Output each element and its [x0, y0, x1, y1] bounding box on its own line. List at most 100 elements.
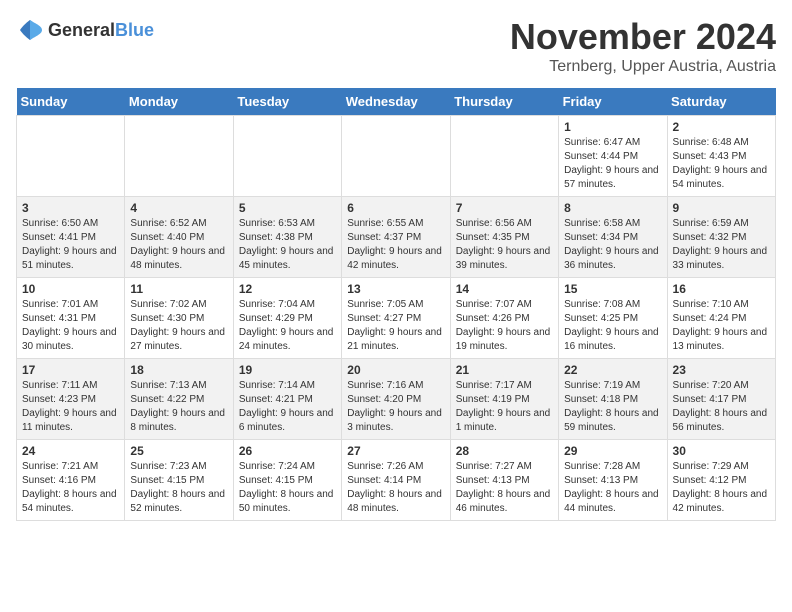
location-subtitle: Ternberg, Upper Austria, Austria	[510, 58, 776, 76]
day-info: Sunrise: 7:11 AM Sunset: 4:23 PM Dayligh…	[22, 379, 119, 435]
calendar-cell: 24 Sunrise: 7:21 AM Sunset: 4:16 PM Dayli…	[17, 440, 125, 521]
day-number: 30	[673, 444, 770, 458]
calendar-cell: 5 Sunrise: 6:53 AM Sunset: 4:38 PM Daylig…	[233, 197, 341, 278]
day-number: 6	[347, 201, 444, 215]
logo-text-general: General	[48, 20, 115, 40]
calendar-cell: 16 Sunrise: 7:10 AM Sunset: 4:24 PM Dayli…	[667, 278, 775, 359]
calendar-cell: 18 Sunrise: 7:13 AM Sunset: 4:22 PM Dayli…	[125, 359, 233, 440]
day-info: Sunrise: 7:29 AM Sunset: 4:12 PM Dayligh…	[673, 460, 770, 516]
calendar-cell: 4 Sunrise: 6:52 AM Sunset: 4:40 PM Daylig…	[125, 197, 233, 278]
day-number: 29	[564, 444, 661, 458]
day-number: 4	[130, 201, 227, 215]
calendar-cell: 23Sunrise: 7:20 AM Sunset: 4:17 PM Dayli…	[667, 359, 775, 440]
day-number: 14	[456, 282, 553, 296]
day-info: Sunrise: 7:01 AM Sunset: 4:31 PM Dayligh…	[22, 298, 119, 354]
day-number: 2	[673, 120, 770, 134]
logo-icon	[16, 16, 44, 44]
logo: GeneralBlue	[16, 16, 154, 44]
day-info: Sunrise: 7:21 AM Sunset: 4:16 PM Dayligh…	[22, 460, 119, 516]
calendar-week-4: 17Sunrise: 7:11 AM Sunset: 4:23 PM Dayli…	[17, 359, 776, 440]
day-info: Sunrise: 7:02 AM Sunset: 4:30 PM Dayligh…	[130, 298, 227, 354]
day-info: Sunrise: 7:04 AM Sunset: 4:29 PM Dayligh…	[239, 298, 336, 354]
header: GeneralBlue November 2024 Ternberg, Uppe…	[16, 16, 776, 76]
day-number: 5	[239, 201, 336, 215]
header-row: SundayMondayTuesdayWednesdayThursdayFrid…	[17, 88, 776, 116]
day-info: Sunrise: 7:13 AM Sunset: 4:22 PM Dayligh…	[130, 379, 227, 435]
calendar-cell: 2 Sunrise: 6:48 AM Sunset: 4:43 PM Daylig…	[667, 116, 775, 197]
day-number: 18	[130, 363, 227, 377]
day-info: Sunrise: 6:55 AM Sunset: 4:37 PM Dayligh…	[347, 217, 444, 273]
calendar-cell	[17, 116, 125, 197]
day-number: 12	[239, 282, 336, 296]
day-number: 16	[673, 282, 770, 296]
month-title: November 2024	[510, 16, 776, 58]
day-info: Sunrise: 7:07 AM Sunset: 4:26 PM Dayligh…	[456, 298, 553, 354]
day-info: Sunrise: 6:52 AM Sunset: 4:40 PM Dayligh…	[130, 217, 227, 273]
day-number: 8	[564, 201, 661, 215]
day-number: 3	[22, 201, 119, 215]
day-number: 26	[239, 444, 336, 458]
calendar-week-5: 24 Sunrise: 7:21 AM Sunset: 4:16 PM Dayli…	[17, 440, 776, 521]
header-cell-saturday: Saturday	[667, 88, 775, 116]
calendar-cell: 3 Sunrise: 6:50 AM Sunset: 4:41 PM Daylig…	[17, 197, 125, 278]
calendar-cell: 20 Sunrise: 7:16 AM Sunset: 4:20 PM Dayli…	[342, 359, 450, 440]
title-area: November 2024 Ternberg, Upper Austria, A…	[510, 16, 776, 76]
day-number: 22	[564, 363, 661, 377]
calendar-cell: 29Sunrise: 7:28 AM Sunset: 4:13 PM Dayli…	[559, 440, 667, 521]
day-info: Sunrise: 7:19 AM Sunset: 4:18 PM Dayligh…	[564, 379, 661, 435]
calendar-cell	[450, 116, 558, 197]
day-info: Sunrise: 7:27 AM Sunset: 4:13 PM Dayligh…	[456, 460, 553, 516]
calendar-cell: 30 Sunrise: 7:29 AM Sunset: 4:12 PM Dayli…	[667, 440, 775, 521]
day-number: 23	[673, 363, 770, 377]
calendar-week-3: 10 Sunrise: 7:01 AM Sunset: 4:31 PM Dayli…	[17, 278, 776, 359]
calendar-cell: 27Sunrise: 7:26 AM Sunset: 4:14 PM Dayli…	[342, 440, 450, 521]
day-number: 11	[130, 282, 227, 296]
header-cell-thursday: Thursday	[450, 88, 558, 116]
logo-text-blue: Blue	[115, 20, 154, 40]
day-info: Sunrise: 7:14 AM Sunset: 4:21 PM Dayligh…	[239, 379, 336, 435]
calendar-cell: 22 Sunrise: 7:19 AM Sunset: 4:18 PM Dayli…	[559, 359, 667, 440]
header-cell-friday: Friday	[559, 88, 667, 116]
calendar-cell: 7 Sunrise: 6:56 AM Sunset: 4:35 PM Daylig…	[450, 197, 558, 278]
day-info: Sunrise: 6:59 AM Sunset: 4:32 PM Dayligh…	[673, 217, 770, 273]
day-number: 24	[22, 444, 119, 458]
calendar-cell: 26Sunrise: 7:24 AM Sunset: 4:15 PM Dayli…	[233, 440, 341, 521]
calendar-cell: 17Sunrise: 7:11 AM Sunset: 4:23 PM Dayli…	[17, 359, 125, 440]
calendar-cell: 15 Sunrise: 7:08 AM Sunset: 4:25 PM Dayli…	[559, 278, 667, 359]
day-number: 20	[347, 363, 444, 377]
day-info: Sunrise: 7:10 AM Sunset: 4:24 PM Dayligh…	[673, 298, 770, 354]
day-number: 13	[347, 282, 444, 296]
day-info: Sunrise: 7:23 AM Sunset: 4:15 PM Dayligh…	[130, 460, 227, 516]
day-number: 10	[22, 282, 119, 296]
day-info: Sunrise: 6:53 AM Sunset: 4:38 PM Dayligh…	[239, 217, 336, 273]
calendar-week-1: 1Sunrise: 6:47 AM Sunset: 4:44 PM Daylig…	[17, 116, 776, 197]
calendar-cell: 9Sunrise: 6:59 AM Sunset: 4:32 PM Daylig…	[667, 197, 775, 278]
calendar-cell: 21Sunrise: 7:17 AM Sunset: 4:19 PM Dayli…	[450, 359, 558, 440]
day-number: 28	[456, 444, 553, 458]
calendar-cell	[342, 116, 450, 197]
day-info: Sunrise: 7:08 AM Sunset: 4:25 PM Dayligh…	[564, 298, 661, 354]
calendar-cell: 8 Sunrise: 6:58 AM Sunset: 4:34 PM Daylig…	[559, 197, 667, 278]
calendar-week-2: 3 Sunrise: 6:50 AM Sunset: 4:41 PM Daylig…	[17, 197, 776, 278]
day-number: 25	[130, 444, 227, 458]
calendar-cell: 11 Sunrise: 7:02 AM Sunset: 4:30 PM Dayli…	[125, 278, 233, 359]
day-number: 1	[564, 120, 661, 134]
day-info: Sunrise: 7:26 AM Sunset: 4:14 PM Dayligh…	[347, 460, 444, 516]
calendar-cell: 1Sunrise: 6:47 AM Sunset: 4:44 PM Daylig…	[559, 116, 667, 197]
day-info: Sunrise: 6:58 AM Sunset: 4:34 PM Dayligh…	[564, 217, 661, 273]
calendar-cell: 19 Sunrise: 7:14 AM Sunset: 4:21 PM Dayli…	[233, 359, 341, 440]
day-number: 15	[564, 282, 661, 296]
day-number: 19	[239, 363, 336, 377]
calendar-cell: 25 Sunrise: 7:23 AM Sunset: 4:15 PM Dayli…	[125, 440, 233, 521]
calendar-cell	[233, 116, 341, 197]
day-info: Sunrise: 6:48 AM Sunset: 4:43 PM Dayligh…	[673, 136, 770, 192]
calendar-cell: 10 Sunrise: 7:01 AM Sunset: 4:31 PM Dayli…	[17, 278, 125, 359]
header-cell-wednesday: Wednesday	[342, 88, 450, 116]
calendar-cell: 6 Sunrise: 6:55 AM Sunset: 4:37 PM Daylig…	[342, 197, 450, 278]
day-number: 7	[456, 201, 553, 215]
day-info: Sunrise: 7:16 AM Sunset: 4:20 PM Dayligh…	[347, 379, 444, 435]
day-info: Sunrise: 6:50 AM Sunset: 4:41 PM Dayligh…	[22, 217, 119, 273]
header-cell-monday: Monday	[125, 88, 233, 116]
day-info: Sunrise: 7:17 AM Sunset: 4:19 PM Dayligh…	[456, 379, 553, 435]
day-info: Sunrise: 6:56 AM Sunset: 4:35 PM Dayligh…	[456, 217, 553, 273]
